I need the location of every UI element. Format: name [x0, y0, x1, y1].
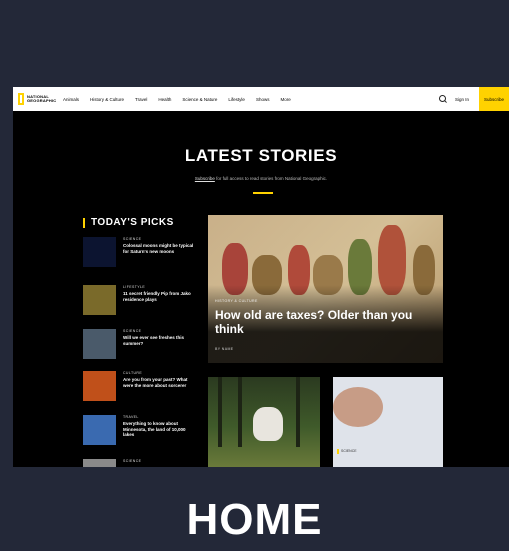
promo-text: for full access to read stories from Nat…: [214, 176, 328, 181]
pick-tag: SCIENCE: [123, 459, 142, 463]
tree-trunk: [296, 377, 300, 447]
pick-item[interactable]: SCIENCE Will we ever see freshes this su…: [83, 329, 203, 365]
top-nav: NATIONAL GEOGRAPHIC Animals History & Cu…: [13, 87, 509, 111]
browser-screenshot: NATIONAL GEOGRAPHIC Animals History & Cu…: [13, 87, 509, 467]
card-tag: SCIENCE: [341, 449, 357, 453]
logo-text: NATIONAL GEOGRAPHIC: [27, 94, 57, 103]
nav-health[interactable]: Health: [158, 97, 171, 102]
subscribe-button[interactable]: Subscribe: [479, 87, 509, 111]
page-title: LATEST STORIES: [184, 146, 338, 165]
nav-shows[interactable]: Shows: [256, 97, 270, 102]
accent-bar: [83, 217, 85, 228]
nav-links: Animals History & Culture Travel Health …: [63, 97, 302, 102]
pick-title[interactable]: Colossal moons might be typical for Satu…: [123, 243, 197, 254]
nav-more[interactable]: More: [280, 97, 290, 102]
hero-tag: HISTORY & CULTURE: [215, 299, 258, 303]
pick-title[interactable]: Everything to know about Minnesota, the …: [123, 421, 197, 438]
nav-travel[interactable]: Travel: [135, 97, 147, 102]
story-card-hand[interactable]: SCIENCE: [333, 377, 443, 467]
pick-tag: TRAVEL: [123, 415, 139, 419]
pick-title[interactable]: 11 secret friendly Pip from Jako residen…: [123, 291, 197, 302]
pick-tag: LIFESTYLE: [123, 285, 146, 289]
hero-byline: BY NAME: [215, 347, 234, 351]
pick-thumbnail[interactable]: [83, 285, 116, 315]
hero-title[interactable]: How old are taxes? Older than you think: [215, 308, 440, 336]
pick-thumbnail[interactable]: [83, 371, 116, 401]
nav-lifestyle[interactable]: Lifestyle: [228, 97, 245, 102]
pick-item[interactable]: SCIENCE: [83, 459, 203, 467]
hand-image: [333, 387, 383, 427]
promo-subscribe-link[interactable]: Subscribe: [195, 176, 215, 181]
nav-history-culture[interactable]: History & Culture: [90, 97, 124, 102]
pick-tag: CULTURE: [123, 371, 143, 375]
pick-item[interactable]: CULTURE Are you from your past? What wer…: [83, 371, 203, 407]
logo-icon: [18, 93, 24, 105]
todays-picks-header: TODAY'S PICKS: [83, 217, 174, 228]
pick-tag: SCIENCE: [123, 329, 142, 333]
nav-animals[interactable]: Animals: [63, 97, 79, 102]
title-underline: [253, 192, 273, 194]
hero-story[interactable]: HISTORY & CULTURE How old are taxes? Old…: [208, 215, 443, 363]
pick-thumbnail[interactable]: [83, 415, 116, 445]
tree-trunk: [238, 377, 242, 447]
pick-thumbnail[interactable]: [83, 459, 116, 467]
natgeo-logo[interactable]: NATIONAL GEOGRAPHIC: [18, 93, 57, 105]
pick-thumbnail[interactable]: [83, 237, 116, 267]
wolf-image: [253, 407, 283, 441]
signin-link[interactable]: Sign In: [455, 97, 469, 102]
pick-tag: SCIENCE: [123, 237, 142, 241]
pick-item[interactable]: SCIENCE Colossal moons might be typical …: [83, 237, 203, 273]
pick-title[interactable]: Will we ever see freshes this summer?: [123, 335, 197, 346]
pick-item[interactable]: TRAVEL Everything to know about Minnesot…: [83, 415, 203, 451]
pick-item[interactable]: LIFESTYLE 11 secret friendly Pip from Ja…: [83, 285, 203, 321]
caption-home: HOME: [186, 495, 323, 544]
story-card-wolf[interactable]: [208, 377, 320, 467]
nav-science-nature[interactable]: Science & Nature: [182, 97, 217, 102]
subscribe-promo: Subscribe for full access to read storie…: [13, 176, 509, 181]
accent-bar: [337, 449, 339, 454]
search-icon[interactable]: [438, 95, 447, 103]
pick-thumbnail[interactable]: [83, 329, 116, 359]
tree-trunk: [218, 377, 222, 447]
todays-picks-title: TODAY'S PICKS: [91, 217, 174, 228]
pick-title[interactable]: Are you from your past? What were the mo…: [123, 377, 197, 388]
